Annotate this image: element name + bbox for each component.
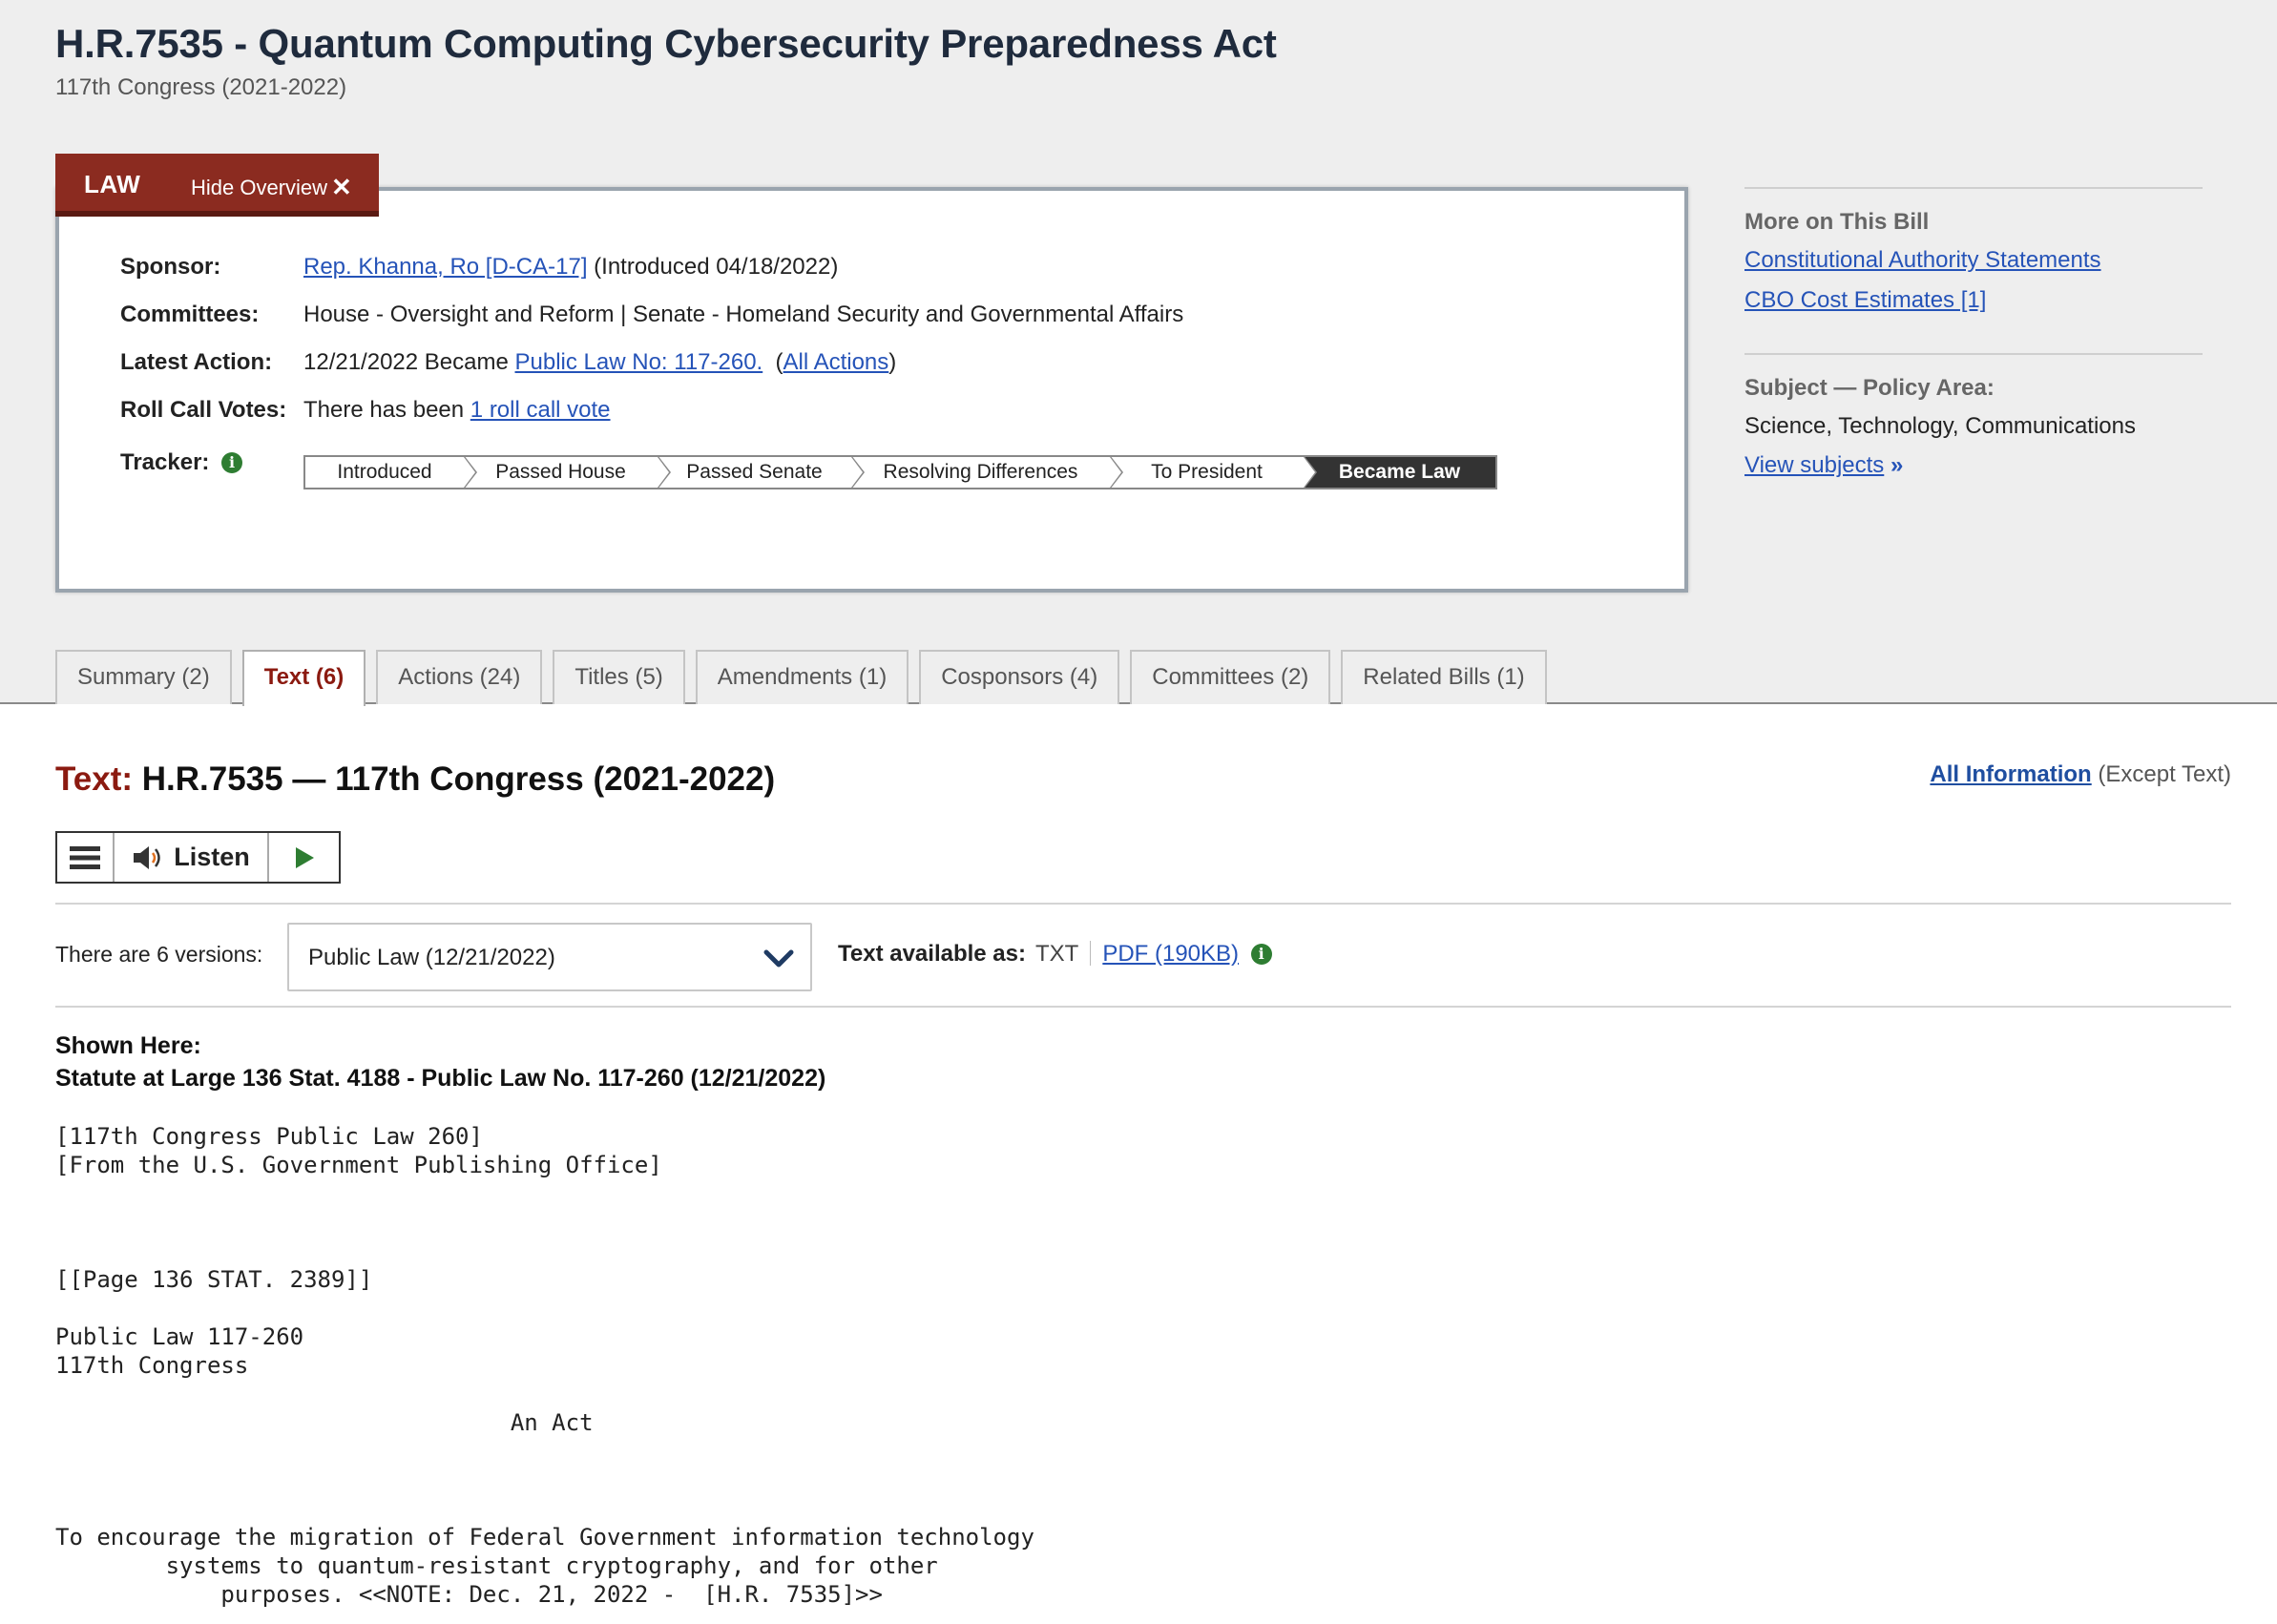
tab-actions[interactable]: Actions (24)	[376, 650, 543, 704]
overview-panel: Sponsor: Rep. Khanna, Ro [D-CA-17] (Intro…	[55, 187, 1688, 593]
latest-action-row: Latest Action: 12/21/2022 Became Public L…	[120, 349, 896, 376]
close-icon: ✕	[331, 173, 352, 201]
tracker-step: To President	[1110, 455, 1317, 489]
listen-label: Listen	[174, 843, 250, 871]
version-select[interactable]: Public Law (12/21/2022)	[287, 923, 812, 991]
divider	[55, 903, 2231, 905]
latest-action-label: Latest Action:	[120, 349, 273, 375]
tab-cosponsors[interactable]: Cosponsors (4)	[919, 650, 1120, 704]
sponsor-note: (Introduced 04/18/2022)	[587, 254, 839, 280]
roll-call-label: Roll Call Votes:	[120, 397, 287, 423]
roll-call-prefix: There has been	[303, 397, 470, 423]
hide-overview-label: Hide Overview	[191, 176, 328, 199]
play-icon	[295, 846, 314, 868]
tracker-step: Introduced	[305, 455, 477, 489]
law-status-label: LAW	[84, 170, 141, 198]
menu-button[interactable]	[57, 833, 115, 882]
divider	[1090, 941, 1092, 966]
page-title: H.R.7535 - Quantum Computing Cybersecuri…	[55, 21, 1277, 66]
bill-legal-text: [117th Congress Public Law 260] [From th…	[55, 1123, 1034, 1608]
tab-committees[interactable]: Committees (2)	[1130, 650, 1331, 704]
text-heading: Text: H.R.7535 — 117th Congress (2021-20…	[55, 760, 775, 799]
divider	[1744, 353, 2203, 355]
view-subjects-label: View subjects	[1744, 452, 1885, 478]
play-button[interactable]	[269, 833, 339, 882]
all-actions-link[interactable]: All Actions	[783, 349, 889, 375]
tab-titles[interactable]: Titles (5)	[553, 650, 685, 704]
info-icon[interactable]: i	[1250, 944, 1272, 965]
sponsor-row: Sponsor: Rep. Khanna, Ro [D-CA-17] (Intro…	[120, 254, 838, 281]
text-available-label: Text available as:	[838, 941, 1026, 967]
tracker-step: Passed House	[464, 455, 671, 489]
version-selected-value: Public Law (12/21/2022)	[308, 945, 555, 970]
info-icon[interactable]: i	[221, 452, 243, 473]
listen-button[interactable]: Listen	[115, 833, 269, 882]
double-chevron-right-icon: »	[1890, 452, 1904, 478]
policy-area-value: Science, Technology, Communications	[1744, 413, 2136, 439]
tab-amendments[interactable]: Amendments (1)	[695, 650, 909, 704]
public-law-link[interactable]: Public Law No: 117-260.	[515, 349, 763, 375]
shown-here: Shown Here: Statute at Large 136 Stat. 4…	[55, 1030, 825, 1094]
subject-heading: Subject — Policy Area:	[1744, 375, 1995, 401]
tracker-label: Tracker:	[120, 449, 210, 475]
chevron-down-icon	[763, 949, 794, 968]
sponsor-label: Sponsor:	[120, 254, 221, 280]
hide-overview-button[interactable]: Hide Overview ✕	[191, 172, 352, 201]
bill-tabs: Summary (2) Text (6) Actions (24) Titles…	[55, 650, 1547, 706]
text-heading-prefix: Text:	[55, 760, 134, 798]
versions-label: There are 6 versions:	[55, 942, 263, 967]
divider	[55, 1006, 2231, 1008]
more-on-bill-heading: More on This Bill	[1744, 209, 1930, 235]
listen-player: Listen	[55, 831, 341, 884]
cbo-cost-estimates-link[interactable]: CBO Cost Estimates [1]	[1744, 287, 1986, 314]
speaker-icon	[134, 845, 160, 869]
menu-icon	[70, 845, 100, 869]
constitutional-authority-link[interactable]: Constitutional Authority Statements	[1744, 247, 2101, 274]
divider	[1744, 187, 2203, 189]
text-formats: Text available as: TXT PDF (190KB) i	[838, 941, 1272, 968]
tracker-step: Resolving Differences	[851, 455, 1123, 489]
all-actions-open: (	[762, 349, 783, 375]
tracker-row: Tracker: i	[120, 449, 243, 476]
committees-label: Committees:	[120, 302, 260, 327]
pdf-link[interactable]: PDF (190KB)	[1102, 941, 1239, 967]
all-information: All Information (Except Text)	[1930, 761, 2231, 788]
roll-call-row: Roll Call Votes: There has been 1 roll ca…	[120, 397, 611, 424]
tracker-step: Passed Senate	[658, 455, 865, 489]
bill-tracker: Introduced Passed House Passed Senate Re…	[303, 455, 1497, 489]
view-subjects-link[interactable]: View subjects »	[1744, 452, 1903, 479]
congress-subtitle: 117th Congress (2021-2022)	[55, 74, 347, 100]
bill-header-area: H.R.7535 - Quantum Computing Cybersecuri…	[0, 0, 2277, 706]
overview-tab: LAW Hide Overview ✕	[55, 154, 379, 217]
roll-call-link[interactable]: 1 roll call vote	[470, 397, 611, 423]
sponsor-link[interactable]: Rep. Khanna, Ro [D-CA-17]	[303, 254, 587, 280]
shown-here-label: Shown Here:	[55, 1032, 201, 1059]
tracker-step-current: Became Law	[1304, 457, 1495, 488]
latest-action-prefix: 12/21/2022 Became	[303, 349, 515, 375]
all-information-link[interactable]: All Information	[1930, 761, 2091, 787]
committees-row: Committees: House - Oversight and Reform …	[120, 302, 1183, 328]
tab-text[interactable]: Text (6)	[241, 650, 366, 706]
all-information-note: (Except Text)	[2091, 761, 2231, 787]
tab-related-bills[interactable]: Related Bills (1)	[1341, 650, 1547, 704]
tab-summary[interactable]: Summary (2)	[55, 650, 232, 704]
committees-value: House - Oversight and Reform | Senate - …	[303, 302, 1184, 327]
text-heading-title: H.R.7535 — 117th Congress (2021-2022)	[133, 760, 776, 798]
all-actions-close: )	[888, 349, 897, 375]
format-txt: TXT	[1035, 941, 1079, 967]
shown-here-value: Statute at Large 136 Stat. 4188 - Public…	[55, 1065, 826, 1092]
